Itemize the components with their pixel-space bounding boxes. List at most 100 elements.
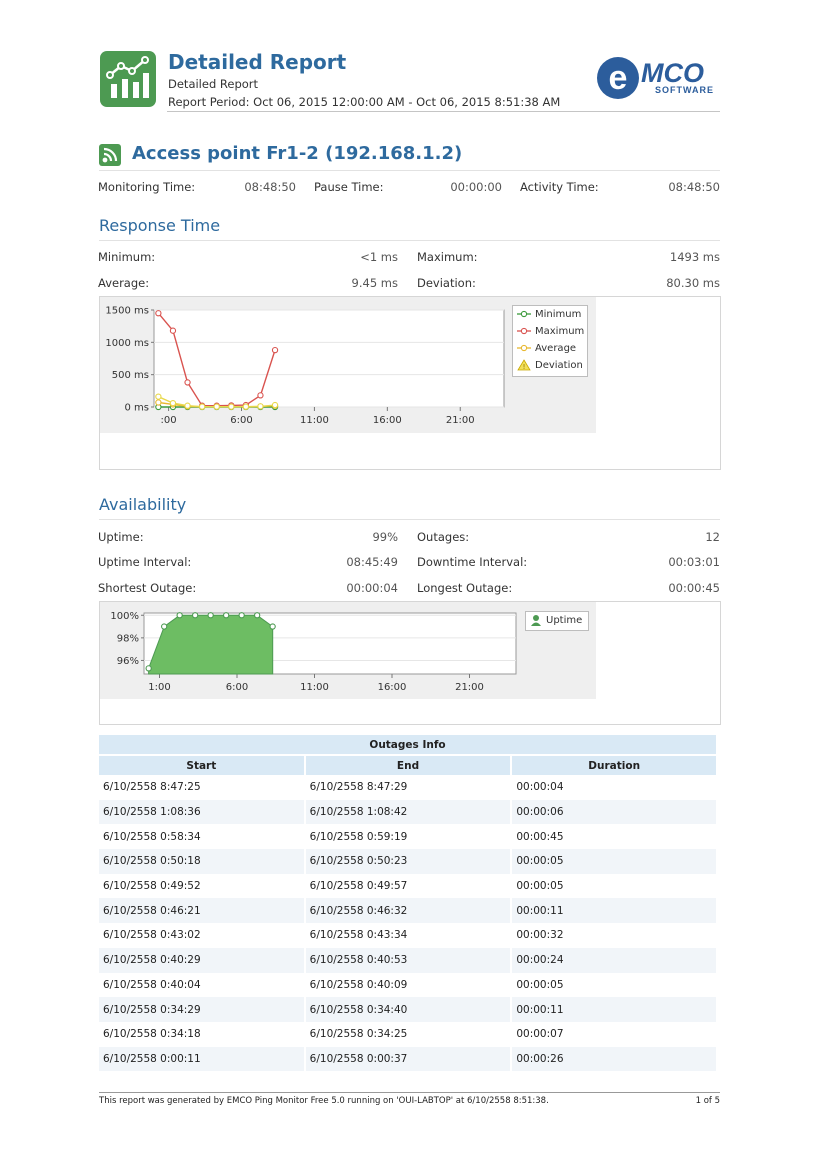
x-tick-label: 21:00 [455, 682, 484, 693]
response-avg-label: Average: [98, 276, 150, 290]
table-row: 6/10/2558 8:47:25 6/10/2558 8:47:29 00:00:… [99, 775, 716, 800]
x-tick-label: :00 [161, 415, 177, 426]
column-header-duration: Duration [512, 754, 716, 775]
cell-end: 6/10/2558 0:49:57 [309, 880, 408, 893]
cell-start: 6/10/2558 0:00:11 [99, 1046, 304, 1072]
table-row: 6/10/2558 0:40:29 6/10/2558 0:40:53 00:00:… [99, 947, 716, 973]
outages-value: 12 [705, 530, 720, 544]
cell-end: 6/10/2558 0:40:53 [305, 947, 511, 973]
table-row: 6/10/2558 0:34:29 6/10/2558 0:34:40 00:00:… [99, 997, 716, 1022]
cell-start: 6/10/2558 0:49:52 [103, 880, 201, 893]
maximum-point [271, 346, 279, 354]
deviation-point [257, 403, 264, 410]
response-dev-label: Deviation: [417, 276, 476, 290]
footer-divider [99, 1092, 720, 1093]
response-min-value: <1 ms [360, 250, 398, 264]
cell-end: 6/10/2558 8:47:29 [309, 781, 408, 794]
cell-end: 6/10/2558 0:34:25 [309, 1028, 408, 1041]
deviation-point [184, 402, 191, 409]
uptime-point [192, 612, 199, 619]
report-title: Detailed Report [168, 50, 347, 74]
uptime-point [238, 612, 245, 619]
table-row: 6/10/2558 0:58:34 6/10/2558 0:59:19 00:00:… [99, 824, 716, 849]
cell-duration: 00:00:11 [512, 997, 716, 1022]
header-divider [167, 111, 720, 112]
table-row: 6/10/2558 0:50:18 6/10/2558 0:50:23 00:00:… [99, 849, 716, 874]
table-row: 6/10/2558 0:00:11 6/10/2558 0:00:37 00:00:… [99, 1046, 716, 1072]
response-chart-legend: Minimum Maximum Average ! Deviation [512, 305, 588, 377]
table-row: 6/10/2558 0:40:04 6/10/2558 0:40:09 00:00:… [99, 973, 716, 998]
table-row: 6/10/2558 0:49:52 6/10/2558 0:49:57 00:00:… [99, 874, 716, 899]
cell-start: 6/10/2558 1:08:36 [99, 799, 304, 825]
uptime-point [161, 623, 168, 630]
legend-item-maximum: Maximum [513, 323, 587, 340]
cell-start: 6/10/2558 0:40:29 [99, 947, 304, 973]
column-header-end: End [305, 754, 511, 775]
outages-table: Outages Info Start End Duration 6/10/255… [97, 735, 718, 1072]
emco-logo: e MCO SOFTWARE [596, 52, 720, 106]
response-time-heading: Response Time [99, 216, 221, 235]
deviation-point [213, 403, 220, 410]
response-divider [99, 240, 720, 241]
pause-time-value: 00:00:00 [450, 180, 502, 194]
report-subtitle: Detailed Report [168, 77, 259, 91]
longest-outage-label: Longest Outage: [417, 581, 513, 595]
uptime-point [176, 612, 183, 619]
maximum-point [169, 327, 177, 334]
cell-duration: 00:00:26 [512, 1046, 716, 1072]
plot-area [153, 309, 505, 408]
legend-item-average: Average [513, 340, 587, 357]
x-tick-label: 6:00 [226, 682, 248, 693]
cell-duration: 00:00:05 [516, 978, 564, 991]
report-logo-icon [100, 51, 156, 107]
monitoring-time-value: 08:48:50 [244, 180, 296, 194]
uptime-interval-label: Uptime Interval: [98, 555, 192, 569]
cell-end: 6/10/2558 0:46:32 [305, 898, 511, 924]
uptime-point [269, 623, 276, 630]
cell-duration: 00:00:11 [512, 898, 716, 924]
availability-heading: Availability [99, 495, 187, 514]
cell-start: 6/10/2558 0:46:21 [99, 898, 304, 924]
x-tick-label: 1:00 [148, 682, 170, 693]
cell-start: 6/10/2558 8:47:25 [103, 781, 201, 794]
cell-end: 6/10/2558 1:08:42 [305, 799, 511, 825]
deviation-point [155, 393, 162, 400]
activity-time-value: 08:48:50 [668, 180, 720, 194]
shortest-outage-label: Shortest Outage: [98, 581, 197, 595]
cell-duration: 00:00:04 [516, 781, 564, 794]
x-tick-label: 16:00 [373, 415, 402, 426]
cell-duration: 00:00:05 [516, 880, 564, 893]
brand-e: e [609, 59, 628, 97]
y-tick-label: 100% [110, 611, 139, 622]
column-header-start: Start [99, 754, 304, 775]
cell-start: 6/10/2558 0:50:18 [99, 849, 304, 874]
response-avg-value: 9.45 ms [351, 276, 398, 290]
availability-chart-background: 100% 98% 96% 1:00 6:00 11:00 16:00 21:00 [100, 602, 596, 699]
longest-outage-value: 00:00:45 [668, 581, 720, 595]
brand-mco: MCO [641, 58, 704, 88]
cell-start: 6/10/2558 0:40:04 [103, 978, 201, 991]
table-row: 6/10/2558 0:46:21 6/10/2558 0:46:32 00:00:… [99, 898, 716, 924]
uptime-interval-value: 08:45:49 [346, 555, 398, 569]
monitoring-time-label: Monitoring Time: [98, 180, 196, 194]
y-tick-label: 1500 ms [105, 306, 149, 317]
availability-chart: 100% 98% 96% 1:00 6:00 11:00 16:00 21:00 [110, 611, 517, 693]
availability-chart-legend: Uptime [525, 611, 589, 631]
cell-end: 6/10/2558 0:50:23 [305, 849, 511, 874]
deviation-point [242, 403, 250, 410]
legend-item-uptime: Uptime [526, 612, 588, 629]
cell-duration: 00:00:06 [512, 799, 716, 825]
response-min-label: Minimum: [98, 250, 156, 264]
outages-caption: Outages Info [99, 735, 716, 754]
deviation-point [169, 399, 177, 407]
uptime-label: Uptime: [98, 530, 144, 544]
response-max-label: Maximum: [417, 250, 478, 264]
pause-time-label: Pause Time: [314, 180, 384, 194]
wifi-signal-icon [99, 144, 121, 166]
deviation-point [228, 403, 235, 410]
cell-duration: 00:00:32 [516, 929, 564, 942]
downtime-interval-value: 00:03:01 [668, 555, 720, 569]
footer-text: This report was generated by EMCO Ping M… [99, 1096, 549, 1106]
maximum-point [257, 392, 264, 399]
response-dev-value: 80.30 ms [666, 276, 720, 290]
